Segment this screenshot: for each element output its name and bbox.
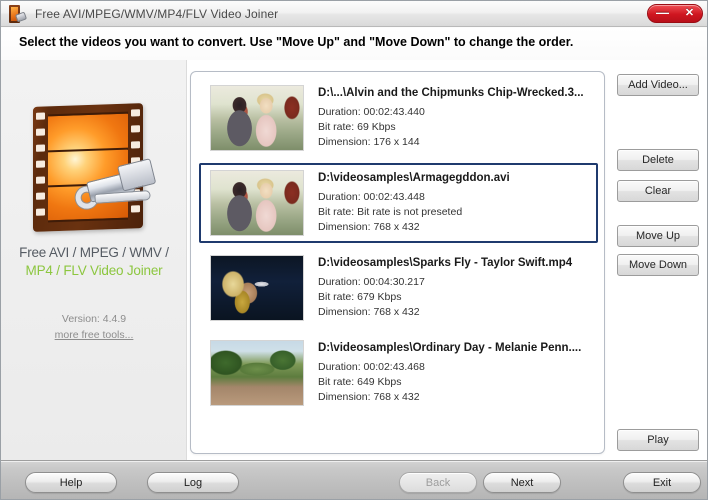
video-thumbnail (210, 255, 304, 321)
video-bitrate: Bit rate: 649 Kbps (318, 375, 402, 388)
application-window: Free AVI/MPEG/WMV/MP4/FLV Video Joiner —… (0, 0, 708, 500)
back-button: Back (399, 472, 477, 493)
add-video-button[interactable]: Add Video... (617, 74, 699, 96)
instruction-text: Select the videos you want to convert. U… (19, 35, 574, 49)
list-item[interactable]: D:\videosamples\Sparks Fly - Taylor Swif… (199, 248, 598, 328)
filmstrip-tool-logo-icon (19, 103, 169, 240)
move-down-button[interactable]: Move Down (617, 254, 699, 276)
video-bitrate: Bit rate: 69 Kbps (318, 120, 396, 133)
window-controls[interactable]: — ✕ (647, 4, 703, 23)
video-filename: D:\videosamples\Sparks Fly - Taylor Swif… (318, 256, 573, 269)
video-duration: Duration: 00:02:43.468 (318, 360, 425, 373)
video-dimension: Dimension: 768 x 432 (318, 390, 420, 403)
video-meta: D:\videosamples\Sparks Fly - Taylor Swif… (318, 257, 597, 320)
close-icon[interactable]: ✕ (685, 8, 694, 19)
video-duration: Duration: 00:02:43.448 (318, 190, 425, 203)
video-thumbnail (210, 85, 304, 151)
video-dimension: Dimension: 768 x 432 (318, 305, 420, 318)
sidebar: Free AVI / MPEG / WMV / MP4 / FLV Video … (1, 60, 187, 460)
next-button[interactable]: Next (483, 472, 561, 493)
video-thumbnail (210, 170, 304, 236)
video-meta: D:\videosamples\Ordinary Day - Melanie P… (318, 342, 597, 405)
film-reel-icon (5, 3, 28, 25)
video-duration: Duration: 00:04:30.217 (318, 275, 425, 288)
log-button[interactable]: Log (147, 472, 239, 493)
play-button[interactable]: Play (617, 429, 699, 451)
move-up-button[interactable]: Move Up (617, 225, 699, 247)
video-dimension: Dimension: 768 x 432 (318, 220, 420, 233)
video-duration: Duration: 00:02:43.440 (318, 105, 425, 118)
video-list-panel[interactable]: D:\...\Alvin and the Chipmunks Chip-Wrec… (190, 71, 605, 454)
clear-button[interactable]: Clear (617, 180, 699, 202)
window-title: Free AVI/MPEG/WMV/MP4/FLV Video Joiner (35, 6, 279, 21)
version-label: Version: 4.4.9 (61, 313, 127, 325)
brand-line-1: Free AVI / MPEG / WMV / (19, 245, 169, 260)
list-item[interactable]: D:\videosamples\Armagegddon.avi Duration… (199, 163, 598, 243)
help-button[interactable]: Help (25, 472, 117, 493)
video-filename: D:\videosamples\Ordinary Day - Melanie P… (318, 341, 582, 354)
brand-line-2: MP4 / FLV Video Joiner (25, 263, 163, 278)
footer-bar: Help Log Back Next Exit (1, 460, 707, 499)
video-meta: D:\...\Alvin and the Chipmunks Chip-Wrec… (318, 87, 597, 150)
video-thumbnail (210, 340, 304, 406)
video-filename: D:\...\Alvin and the Chipmunks Chip-Wrec… (318, 86, 584, 99)
video-bitrate: Bit rate: Bit rate is not preseted (318, 205, 463, 218)
video-bitrate: Bit rate: 679 Kbps (318, 290, 402, 303)
video-list: D:\...\Alvin and the Chipmunks Chip-Wrec… (191, 72, 604, 453)
minimize-icon[interactable]: — (656, 6, 669, 19)
title-bar: Free AVI/MPEG/WMV/MP4/FLV Video Joiner —… (1, 1, 707, 27)
exit-button[interactable]: Exit (623, 472, 701, 493)
video-dimension: Dimension: 176 x 144 (318, 135, 420, 148)
video-meta: D:\videosamples\Armagegddon.avi Duration… (318, 172, 596, 235)
video-filename: D:\videosamples\Armagegddon.avi (318, 171, 510, 184)
more-free-tools-link[interactable]: more free tools... (1, 329, 187, 341)
list-item[interactable]: D:\...\Alvin and the Chipmunks Chip-Wrec… (199, 78, 598, 158)
delete-button[interactable]: Delete (617, 149, 699, 171)
list-item[interactable]: D:\videosamples\Ordinary Day - Melanie P… (199, 333, 598, 413)
